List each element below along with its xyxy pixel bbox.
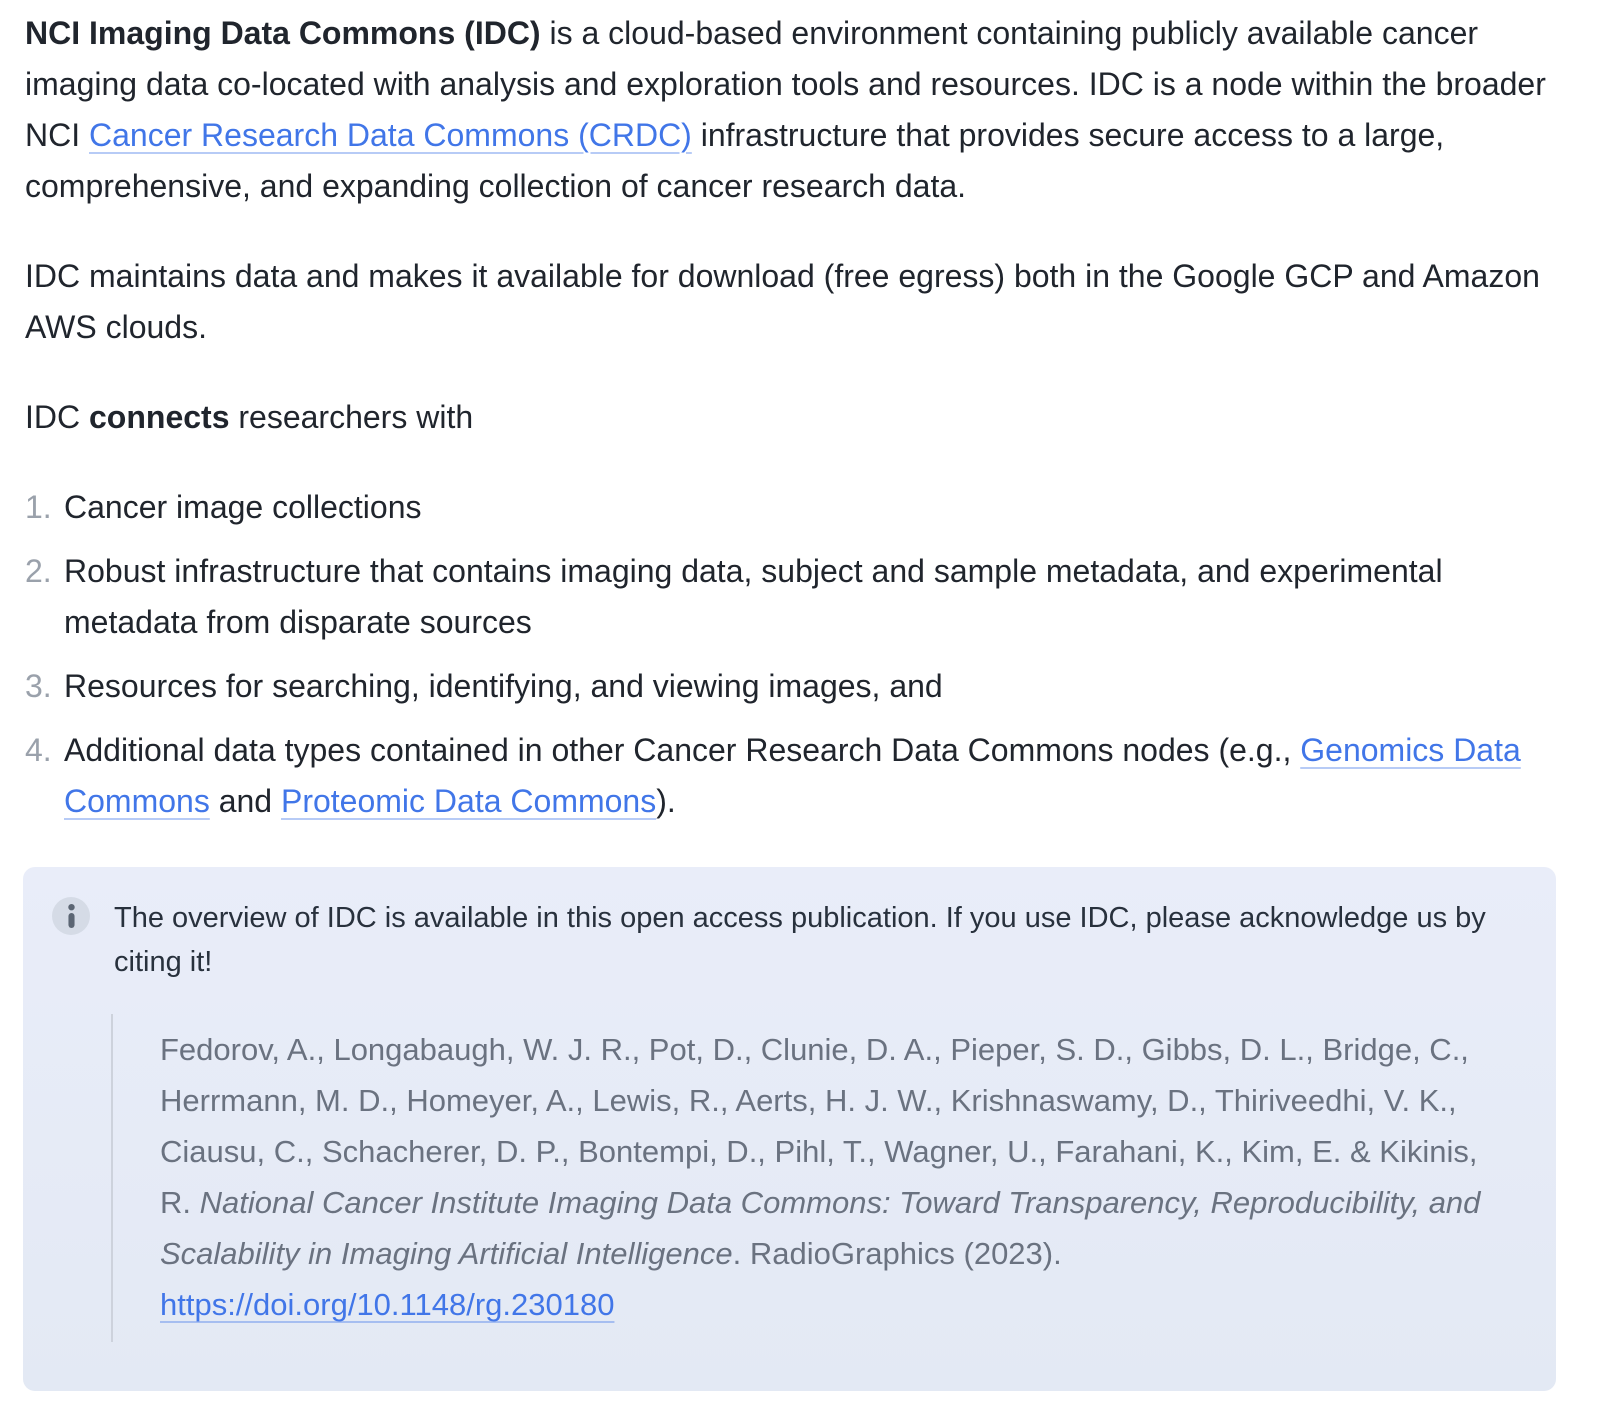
- item4-text-a: Additional data types contained in other…: [64, 732, 1300, 768]
- proteomic-data-commons-link[interactable]: Proteomic Data Commons: [281, 783, 656, 819]
- connects-list: 1. Cancer image collections 2. Robust in…: [25, 482, 1573, 827]
- list-item-text: Additional data types contained in other…: [64, 725, 1524, 827]
- list-marker: 4.: [25, 725, 64, 827]
- list-marker: 3.: [25, 661, 64, 712]
- list-item-text: Robust infrastructure that contains imag…: [64, 546, 1524, 648]
- callout-lead-row: The overview of IDC is available in this…: [52, 894, 1516, 984]
- list-item-text: Resources for searching, identifying, an…: [64, 661, 943, 712]
- citation-blockquote: Fedorov, A., Longabaugh, W. J. R., Pot, …: [111, 1014, 1516, 1342]
- list-item: 4. Additional data types contained in ot…: [25, 725, 1573, 827]
- connects-paragraph: IDC connects researchers with: [25, 392, 1551, 443]
- clouds-paragraph: IDC maintains data and makes it availabl…: [25, 251, 1551, 353]
- item4-text-b: and: [210, 783, 281, 819]
- list-marker: 1.: [25, 482, 64, 533]
- crdc-link[interactable]: Cancer Research Data Commons (CRDC): [89, 117, 692, 153]
- clouds-text: IDC maintains data and makes it availabl…: [25, 258, 1540, 345]
- list-item-text: Cancer image collections: [64, 482, 422, 533]
- callout-lead-text: The overview of IDC is available in this…: [114, 894, 1516, 984]
- list-marker: 2.: [25, 546, 64, 648]
- info-icon: [52, 897, 90, 935]
- page-content: NCI Imaging Data Commons (IDC) is a clou…: [0, 0, 1598, 1391]
- connects-bold: connects: [89, 399, 229, 435]
- intro-bold-title: NCI Imaging Data Commons (IDC): [25, 15, 541, 51]
- info-callout: The overview of IDC is available in this…: [23, 867, 1556, 1391]
- list-item: 3. Resources for searching, identifying,…: [25, 661, 1573, 712]
- connects-text-b: researchers with: [229, 399, 473, 435]
- list-item: 1. Cancer image collections: [25, 482, 1573, 533]
- intro-paragraph: NCI Imaging Data Commons (IDC) is a clou…: [25, 8, 1551, 212]
- item4-text-c: ).: [656, 783, 676, 819]
- connects-text-a: IDC: [25, 399, 89, 435]
- citation-text: Fedorov, A., Longabaugh, W. J. R., Pot, …: [160, 1024, 1500, 1330]
- citation-journal: . RadioGraphics (2023).: [733, 1236, 1062, 1271]
- doi-link[interactable]: https://doi.org/10.1148/rg.230180: [160, 1279, 614, 1330]
- list-item: 2. Robust infrastructure that contains i…: [25, 546, 1573, 648]
